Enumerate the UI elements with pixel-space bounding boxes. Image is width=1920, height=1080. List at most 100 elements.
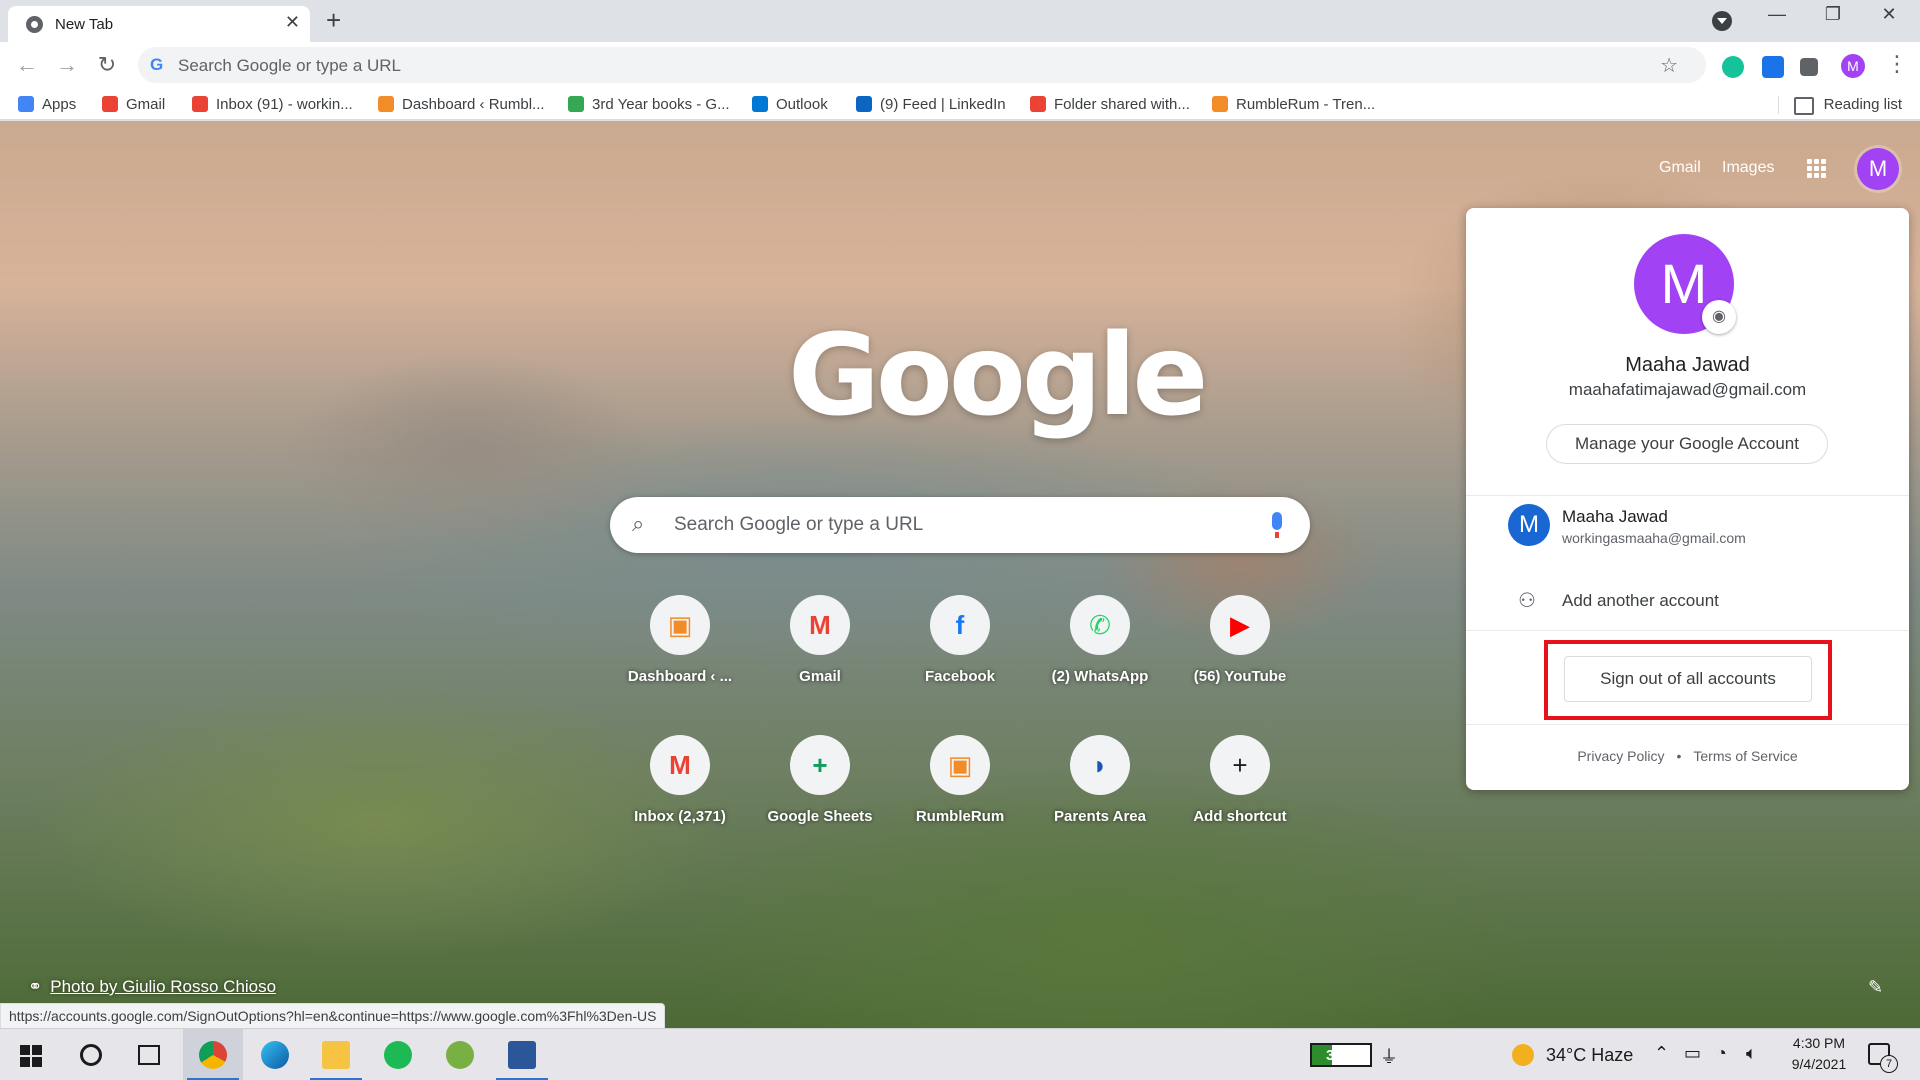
shortcut-facebook[interactable]: f Facebook	[890, 579, 1030, 699]
apps-grid-icon	[18, 96, 34, 112]
tab-close-icon[interactable]: ✕	[285, 12, 300, 33]
screenshot-extension-icon[interactable]	[1762, 56, 1784, 78]
clock-time[interactable]: 4:30 PM	[1784, 1035, 1854, 1051]
google-drive-icon	[568, 96, 584, 112]
battery-tray-icon[interactable]: ▭	[1684, 1043, 1701, 1064]
camera-icon[interactable]: ◉	[1702, 300, 1736, 334]
shortcut-inbox[interactable]: M Inbox (2,371)	[610, 719, 750, 839]
terms-of-service-link[interactable]: Terms of Service	[1693, 748, 1797, 764]
rumblerum-icon: ▣	[650, 595, 710, 655]
taskbar-word[interactable]	[492, 1029, 552, 1080]
grammarly-extension-icon[interactable]	[1722, 56, 1744, 78]
facebook-icon: f	[930, 595, 990, 655]
bookmark-dashboard[interactable]: Dashboard ‹ Rumbl...	[378, 96, 545, 113]
account-popup: M ◉ Maaha Jawad maahafatimajawad@gmail.c…	[1466, 208, 1909, 790]
ntp-gmail-link[interactable]: Gmail	[1659, 159, 1701, 177]
weather-haze-icon[interactable]	[1512, 1044, 1534, 1066]
sign-out-all-button[interactable]: Sign out of all accounts	[1564, 656, 1812, 702]
shortcut-label: Inbox (2,371)	[634, 808, 726, 825]
manage-account-button[interactable]: Manage your Google Account	[1546, 424, 1828, 464]
whatsapp-icon: ✆	[1070, 595, 1130, 655]
ntp-images-link[interactable]: Images	[1722, 159, 1774, 177]
battery-percent: 35%	[1325, 1047, 1357, 1064]
shortcut-label: Google Sheets	[767, 808, 873, 825]
shortcut-label: RumbleRum	[915, 808, 1005, 825]
other-account-avatar[interactable]: M	[1508, 504, 1550, 546]
taskbar-utorrent[interactable]	[430, 1029, 490, 1080]
youtube-icon: ▶	[1210, 595, 1270, 655]
shortcut-youtube[interactable]: ▶ (56) YouTube	[1170, 579, 1310, 699]
microphone-icon[interactable]	[1272, 512, 1282, 538]
reload-button[interactable]: ↻	[92, 52, 122, 78]
ntp-search-box[interactable]: ⌕ Search Google or type a URL	[610, 497, 1310, 553]
taskbar-file-explorer[interactable]	[306, 1029, 366, 1080]
chevron-up-icon[interactable]: ⌃	[1654, 1043, 1669, 1064]
privacy-policy-link[interactable]: Privacy Policy	[1577, 748, 1664, 764]
bookmark-outlook[interactable]: Outlook	[752, 96, 828, 113]
shortcut-add[interactable]: + Add shortcut	[1170, 719, 1310, 839]
forward-button[interactable]: →	[52, 52, 82, 78]
tab-search-icon[interactable]	[1712, 11, 1732, 31]
add-icon: +	[1210, 735, 1270, 795]
add-account-button[interactable]: Add another account	[1562, 591, 1719, 611]
omnibox[interactable]: G Search Google or type a URL ☆	[138, 47, 1706, 83]
rumblerum-icon	[378, 96, 394, 112]
weather-text[interactable]: 34°C Haze	[1546, 1045, 1633, 1066]
bookmark-inbox[interactable]: Inbox (91) - workin...	[192, 96, 353, 113]
parents-area-icon: ◗	[1070, 735, 1130, 795]
bookmark-star-icon[interactable]: ☆	[1660, 53, 1678, 78]
chrome-menu-icon[interactable]: ⋮	[1886, 51, 1908, 77]
shortcut-label: (2) WhatsApp	[1051, 668, 1149, 685]
footer-separator: •	[1676, 748, 1682, 764]
restore-button[interactable]: ❐	[1808, 4, 1858, 25]
windows-start-icon[interactable]	[20, 1045, 42, 1067]
shortcut-label: Facebook	[924, 668, 996, 685]
new-tab-page: Gmail Images M Google ⌕ Search Google or…	[0, 121, 1920, 1028]
gmail-icon: M	[650, 735, 710, 795]
folder-icon	[322, 1041, 350, 1069]
wifi-icon[interactable]: ◔	[1716, 1043, 1727, 1064]
profile-avatar[interactable]: M	[1841, 54, 1865, 78]
bookmark-apps[interactable]: Apps	[18, 96, 76, 113]
search-placeholder: Search Google or type a URL	[674, 514, 924, 535]
bookmark-linkedin[interactable]: (9) Feed | LinkedIn	[856, 96, 1006, 113]
clock-date[interactable]: 9/4/2021	[1784, 1056, 1854, 1072]
google-apps-grid-icon[interactable]	[1807, 159, 1827, 179]
shortcut-parents-area[interactable]: ◗ Parents Area	[1030, 719, 1170, 839]
shortcut-gmail[interactable]: M Gmail	[750, 579, 890, 699]
customize-pencil-icon[interactable]: ✎	[1868, 977, 1883, 998]
shortcut-google-sheets[interactable]: + Google Sheets	[750, 719, 890, 839]
other-account-name[interactable]: Maaha Jawad	[1562, 507, 1668, 527]
utorrent-icon	[446, 1041, 474, 1069]
shortcut-dashboard[interactable]: ▣ Dashboard ‹ ...	[610, 579, 750, 699]
battery-indicator[interactable]: 35%	[1310, 1043, 1372, 1067]
shortcut-whatsapp[interactable]: ✆ (2) WhatsApp	[1030, 579, 1170, 699]
new-tab-button[interactable]: +	[326, 6, 341, 34]
shortcut-rumblerum[interactable]: ▣ RumbleRum	[890, 719, 1030, 839]
bookmark-gmail[interactable]: Gmail	[102, 96, 165, 113]
extensions-puzzle-icon[interactable]	[1800, 58, 1818, 76]
bookmark-drive[interactable]: 3rd Year books - G...	[568, 96, 730, 113]
task-view-icon[interactable]	[138, 1045, 160, 1065]
add-person-icon: ⚇	[1518, 590, 1536, 612]
outlook-icon	[752, 96, 768, 112]
cortana-search-icon[interactable]	[80, 1044, 102, 1066]
taskbar-chrome[interactable]	[183, 1029, 243, 1080]
bookmark-folder-shared[interactable]: Folder shared with...	[1030, 96, 1190, 113]
photo-credit-link[interactable]: Photo by Giulio Rosso Chioso	[28, 977, 276, 997]
shortcut-label: Gmail	[799, 668, 841, 685]
tab-new-tab[interactable]: New Tab ✕	[8, 6, 310, 42]
volume-icon[interactable]: 🔈︎	[1746, 1043, 1757, 1064]
bookmarks-bar: Apps Gmail Inbox (91) - workin... Dashbo…	[0, 90, 1920, 120]
google-sheets-icon: +	[790, 735, 850, 795]
taskbar-edge[interactable]	[245, 1029, 305, 1080]
taskbar-spotify[interactable]	[368, 1029, 428, 1080]
close-window-button[interactable]: ✕	[1864, 4, 1914, 25]
ntp-account-avatar[interactable]: M	[1857, 148, 1899, 190]
status-url-bubble: https://accounts.google.com/SignOutOptio…	[0, 1003, 666, 1029]
back-button[interactable]: ←	[12, 52, 42, 78]
bookmark-rumblerum[interactable]: RumbleRum - Tren...	[1212, 96, 1375, 113]
edge-icon	[261, 1041, 289, 1069]
minimize-button[interactable]: —	[1752, 4, 1802, 25]
reading-list-button[interactable]: Reading list	[1793, 96, 1902, 115]
